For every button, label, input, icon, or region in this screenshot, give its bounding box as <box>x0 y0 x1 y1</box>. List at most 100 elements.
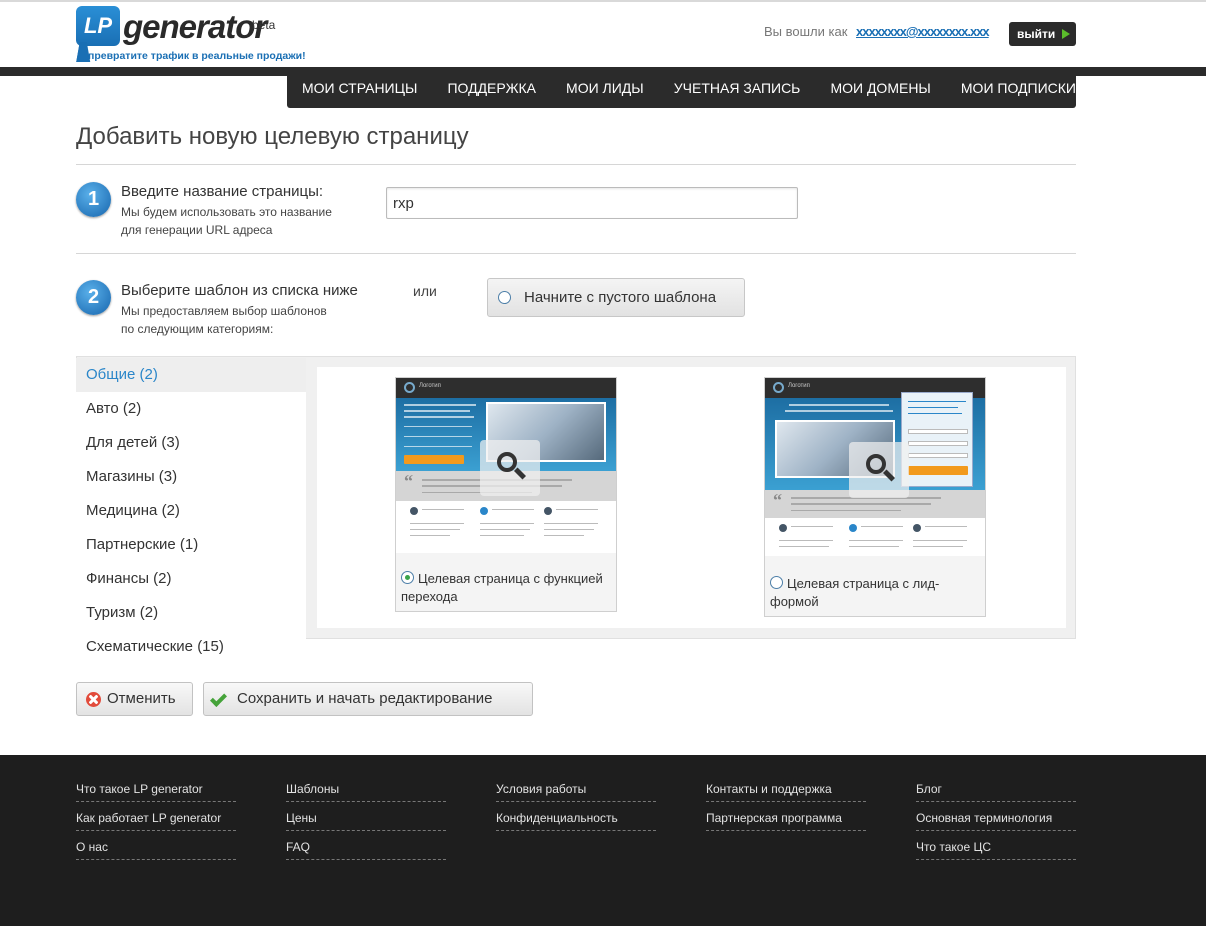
cancel-button[interactable]: Отменить <box>76 682 193 716</box>
step-2-desc-line2: по следующим категориям: <box>121 322 274 336</box>
zoom-preview-button[interactable] <box>480 440 540 496</box>
footer-link-partner-program[interactable]: Партнерская программа <box>706 811 866 831</box>
blank-template-button[interactable]: Начните с пустого шаблона <box>487 278 745 317</box>
footer-link-blog[interactable]: Блог <box>916 782 1076 802</box>
preview-text-line <box>480 523 534 524</box>
preview-text-line <box>410 523 464 524</box>
footer-link-what-is-lpgenerator[interactable]: Что такое LP generator <box>76 782 236 802</box>
preview-text-line <box>404 446 472 447</box>
save-and-edit-button[interactable]: Сохранить и начать редактирование <box>203 682 533 716</box>
nav-support[interactable]: ПОДДЕРЖКА <box>447 80 536 96</box>
footer-link-faq[interactable]: FAQ <box>286 840 446 860</box>
logout-button[interactable]: выйти <box>1009 22 1076 46</box>
preview-text-line <box>404 436 472 437</box>
nav-my-subscriptions[interactable]: МОИ ПОДПИСКИ <box>961 80 1076 96</box>
template-caption-line2: формой <box>770 594 819 609</box>
preview-header: Логотип <box>396 378 616 398</box>
divider <box>76 253 1076 254</box>
nav-my-domains[interactable]: МОИ ДОМЕНЫ <box>830 80 930 96</box>
blank-template-label: Начните с пустого шаблона <box>524 289 717 306</box>
preview-form-field <box>908 429 968 434</box>
preview-text-line <box>785 410 893 412</box>
template-preview-image[interactable]: Логотип “ <box>396 378 616 553</box>
step-2-badge: 2 <box>76 280 111 315</box>
footer-link-privacy[interactable]: Конфиденциальность <box>496 811 656 831</box>
footer-link-terms[interactable]: Условия работы <box>496 782 656 802</box>
preview-text-line <box>544 523 598 524</box>
preview-text-line <box>908 401 966 402</box>
preview-text-line <box>908 407 958 408</box>
preview-text-line <box>544 529 594 530</box>
preview-gear-icon <box>779 524 787 532</box>
preview-lead-form <box>901 392 973 487</box>
category-auto[interactable]: Авто (2) <box>76 392 306 426</box>
page-title: Добавить новую целевую страницу <box>76 123 469 150</box>
footer: Что такое LP generator Как работает LP g… <box>0 755 1206 926</box>
logo-wordmark: generator <box>123 8 267 45</box>
preview-text-line <box>480 535 524 536</box>
footer-link-about[interactable]: О нас <box>76 840 236 860</box>
template-caption-line1: Целевая страница с функцией <box>418 571 603 586</box>
logout-label: выйти <box>1017 27 1056 41</box>
footer-link-contacts[interactable]: Контакты и поддержка <box>706 782 866 802</box>
step-2-title: Выберите шаблон из списка ниже <box>121 282 358 299</box>
nav-my-pages[interactable]: МОИ СТРАНИЦЫ <box>302 80 417 96</box>
lpgenerator-logo[interactable]: LP generator beta превратите трафик в ре… <box>76 6 306 64</box>
radio-selected-icon[interactable] <box>401 571 414 584</box>
footer-link-prices[interactable]: Цены <box>286 811 446 831</box>
preview-quote-line <box>791 510 901 511</box>
preview-text-line <box>480 529 530 530</box>
zoom-preview-button[interactable] <box>849 442 909 498</box>
preview-logo-text: Логотип <box>419 383 441 389</box>
page-name-input[interactable] <box>386 187 798 219</box>
preview-text-line <box>404 404 476 406</box>
preview-logo-icon <box>404 382 415 393</box>
footer-link-what-is-lp[interactable]: Что такое ЦС <box>916 840 1076 860</box>
step-2-desc-line1: Мы предоставляем выбор шаблонов <box>121 304 327 318</box>
step-1-badge: 1 <box>76 182 111 217</box>
footer-link-how-it-works[interactable]: Как работает LP generator <box>76 811 236 831</box>
category-schematic[interactable]: Схематические (15) <box>76 630 306 664</box>
divider <box>76 164 1076 165</box>
template-preview-image[interactable]: Логотип “ <box>765 378 985 556</box>
main-nav: МОИ СТРАНИЦЫ ПОДДЕРЖКА МОИ ЛИДЫ УЧЕТНАЯ … <box>287 67 1076 108</box>
category-list: Общие (2) Авто (2) Для детей (3) Магазин… <box>76 356 306 664</box>
template-card-redirect[interactable]: Логотип “ Целевая страница с функцией пе… <box>395 377 617 612</box>
template-caption-line2: перехода <box>401 589 458 604</box>
template-caption[interactable]: Целевая страница с лид- формой <box>770 575 939 611</box>
template-caption[interactable]: Целевая страница с функцией перехода <box>401 570 603 606</box>
nav-my-leads[interactable]: МОИ ЛИДЫ <box>566 80 644 96</box>
template-card-lead-form[interactable]: Логотип “ Целевая страница с лид- формой <box>764 377 986 617</box>
category-kids[interactable]: Для детей (3) <box>76 426 306 460</box>
radio-icon[interactable] <box>770 576 783 589</box>
nav-account[interactable]: УЧЕТНАЯ ЗАПИСЬ <box>674 80 801 96</box>
preview-cta-button <box>404 455 464 464</box>
preview-text-line <box>849 546 899 547</box>
category-finance[interactable]: Финансы (2) <box>76 562 306 596</box>
magnifier-icon <box>866 454 886 474</box>
template-caption-line1: Целевая страница с лид- <box>787 576 940 591</box>
preview-text-line <box>422 509 464 510</box>
preview-text-line <box>913 546 963 547</box>
arrow-right-icon <box>1062 29 1070 39</box>
preview-text-line <box>849 540 903 541</box>
category-partner[interactable]: Партнерские (1) <box>76 528 306 562</box>
quote-mark-icon: “ <box>404 471 413 491</box>
magnifier-handle <box>882 469 896 482</box>
preview-text-line <box>556 509 598 510</box>
logo-bubble: LP <box>76 6 120 46</box>
category-general[interactable]: Общие (2) <box>76 358 306 392</box>
preview-text-line <box>791 526 833 527</box>
category-tourism[interactable]: Туризм (2) <box>76 596 306 630</box>
preview-text-line <box>779 546 829 547</box>
preview-text-line <box>410 529 460 530</box>
category-shops[interactable]: Магазины (3) <box>76 460 306 494</box>
magnifier-icon <box>497 452 517 472</box>
login-user-link[interactable]: xxxxxxxx@xxxxxxxx.xxx <box>856 24 998 39</box>
preview-text-line <box>404 426 472 427</box>
category-medicine[interactable]: Медицина (2) <box>76 494 306 528</box>
preview-text-line <box>410 535 450 536</box>
footer-link-templates[interactable]: Шаблоны <box>286 782 446 802</box>
footer-link-glossary[interactable]: Основная терминология <box>916 811 1076 831</box>
preview-form-field <box>908 441 968 446</box>
